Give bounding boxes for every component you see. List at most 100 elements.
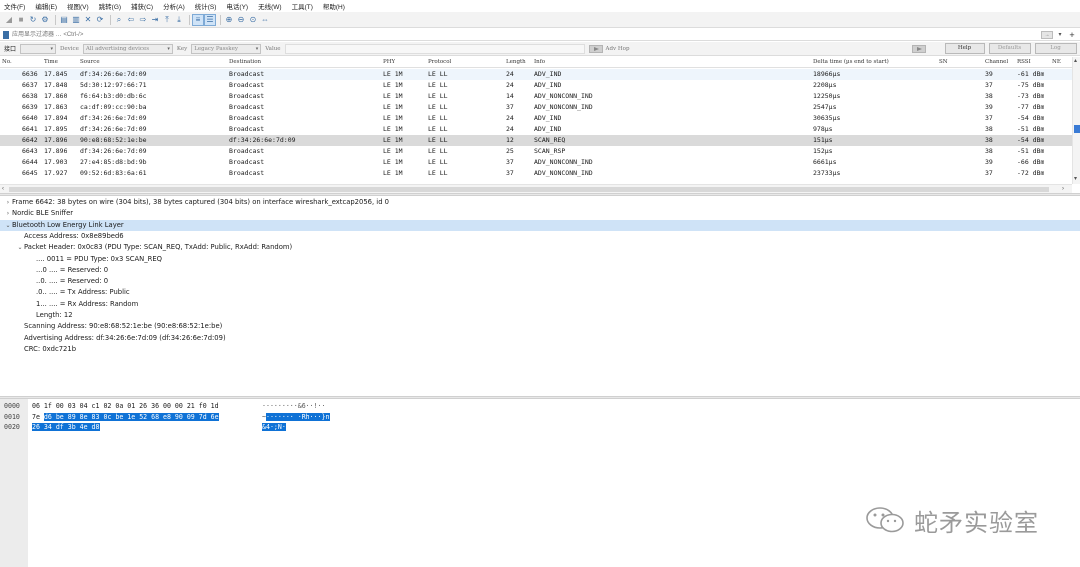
zoom-normal-icon[interactable]: ⊙ <box>248 15 258 25</box>
menu-item[interactable]: 电话(Y) <box>226 1 248 11</box>
packet-row[interactable]: 6639 17.863 ca:df:09:cc:90:ba Broadcast LE 1… <box>0 102 1072 113</box>
filter-apply-arrow-icon[interactable]: → <box>1041 30 1053 39</box>
stop-icon[interactable]: ■ <box>16 15 26 25</box>
packet-row[interactable]: 6642 17.896 90:e8:68:52:1e:be df:34:26:6e:7… <box>0 135 1072 146</box>
go-first-icon[interactable]: ⤒ <box>162 15 172 25</box>
reload-icon[interactable]: ⟳ <box>95 15 105 25</box>
go-last-icon[interactable]: ⤓ <box>174 15 184 25</box>
column-header[interactable]: Source <box>80 57 100 68</box>
scroll-up-icon[interactable]: ▴ <box>1074 57 1077 65</box>
go-back-icon[interactable]: ⇦ <box>126 15 136 25</box>
packet-row[interactable]: 6638 17.860 f6:64:b3:d0:db:6c Broadcast LE 1… <box>0 91 1072 102</box>
column-header[interactable]: No. <box>2 57 12 68</box>
detail-tree-item[interactable]: Advertising Address: df:34:26:6e:7d:09 (… <box>0 333 1080 344</box>
shark-fin-start-icon[interactable]: ◢ <box>4 15 14 25</box>
send-adv-hop-arrow-icon[interactable] <box>911 44 926 53</box>
detail-tree-item[interactable]: › Nordic BLE Sniffer <box>0 208 1080 219</box>
log-button[interactable]: Log <box>1034 43 1077 54</box>
zoom-out-icon[interactable]: ⊖ <box>236 15 246 25</box>
menu-item[interactable]: 编辑(E) <box>35 1 57 11</box>
column-header[interactable]: NE <box>1052 57 1061 68</box>
resize-columns-icon[interactable]: ⇔ <box>260 15 270 25</box>
column-header[interactable]: PHY <box>383 57 395 68</box>
bytes-ascii[interactable]: ~······· ·Rh···}n <box>262 412 330 422</box>
column-header[interactable]: Length <box>506 57 526 68</box>
chevron-right-icon[interactable]: › <box>4 208 12 219</box>
send-value-arrow-icon[interactable] <box>588 44 603 53</box>
go-forward-icon[interactable]: ⇨ <box>138 15 148 25</box>
detail-tree-item[interactable]: Length: 12 <box>0 310 1080 321</box>
detail-tree-item[interactable]: ⌄Packet Header: 0x0c83 (PDU Type: SCAN_R… <box>0 242 1080 253</box>
packet-row[interactable]: 6636 17.845 df:34:26:6e:7d:09 Broadcast LE 1… <box>0 69 1072 80</box>
device-combo[interactable]: All advertising devices ▾ <box>82 43 173 54</box>
menu-item[interactable]: 跳转(G) <box>99 1 121 11</box>
restart-icon[interactable]: ↻ <box>28 15 38 25</box>
save-file-icon[interactable]: ▥ <box>71 15 81 25</box>
help-button[interactable]: Help <box>944 43 985 54</box>
find-icon[interactable]: ⌕ <box>114 15 124 25</box>
packet-row[interactable]: 6645 17.927 09:52:6d:83:6a:61 Broadcast LE 1… <box>0 168 1072 179</box>
open-file-icon[interactable]: ▤ <box>59 15 69 25</box>
detail-tree-item[interactable]: Access Address: 0x8e89bed6 <box>0 231 1080 242</box>
scroll-left-icon[interactable]: ‹ <box>2 185 4 193</box>
menu-item[interactable]: 帮助(H) <box>323 1 345 11</box>
menu-item[interactable]: 工具(T) <box>292 1 313 11</box>
detail-tree-item[interactable]: ..0. .... = Reserved: 0 <box>0 276 1080 287</box>
column-header[interactable]: Delta time (µs end to start) <box>813 57 889 68</box>
packet-row[interactable]: 6641 17.895 df:34:26:6e:7d:09 Broadcast LE 1… <box>0 124 1072 135</box>
chevron-down-icon[interactable]: ⌄ <box>4 220 12 231</box>
column-header[interactable]: Channel <box>985 57 1008 68</box>
menu-item[interactable]: 视图(V) <box>67 1 89 11</box>
key-combo[interactable]: Legacy Passkey ▾ <box>191 43 262 54</box>
detail-tree-item[interactable]: 1... .... = Rx Address: Random <box>0 299 1080 310</box>
detail-tree-item[interactable]: ...0 .... = Reserved: 0 <box>0 265 1080 276</box>
scroll-down-icon[interactable]: ▾ <box>1074 175 1077 183</box>
close-file-icon[interactable]: ✕ <box>83 15 93 25</box>
bytes-hex[interactable]: 06 1f 00 03 04 c1 02 0a 01 26 36 00 00 2… <box>32 401 219 411</box>
scroll-right-icon[interactable]: › <box>1062 185 1064 193</box>
packet-row[interactable]: 6644 17.903 27:e4:85:d8:bd:9b Broadcast LE 1… <box>0 157 1072 168</box>
menu-item[interactable]: 无线(W) <box>258 1 281 11</box>
packet-row[interactable]: 6637 17.848 5d:30:12:97:66:71 Broadcast LE 1… <box>0 80 1072 91</box>
defaults-button[interactable]: Defaults <box>988 43 1031 54</box>
bytes-hex[interactable]: 26 34 df 3b 4e d8 <box>32 422 100 432</box>
filter-dropdown-icon[interactable]: ▾ <box>1056 31 1064 39</box>
bytes-hex[interactable]: 7e d6 be 89 8e 83 0c be 1e 52 68 e8 90 0… <box>32 412 219 422</box>
filter-bookmark-icon[interactable] <box>3 30 9 39</box>
column-header[interactable]: Destination <box>229 57 261 68</box>
colorize-icon[interactable]: ☰ <box>204 13 216 26</box>
packet-row[interactable]: 6643 17.896 df:34:26:6e:7d:09 Broadcast LE 1… <box>0 146 1072 157</box>
go-to-packet-icon[interactable]: ⇥ <box>150 15 160 25</box>
detail-tree-item[interactable]: CRC: 0xdc721b <box>0 344 1080 355</box>
display-filter-input[interactable] <box>12 29 1041 40</box>
column-header[interactable]: SN <box>939 57 948 68</box>
column-header[interactable]: Info <box>534 57 545 68</box>
scrollbar-thumb[interactable] <box>1074 125 1080 133</box>
column-header[interactable]: Protocol <box>428 57 451 68</box>
options-gear-icon[interactable]: ⚙ <box>40 15 50 25</box>
column-header[interactable]: Time <box>44 57 58 68</box>
menu-item[interactable]: 文件(F) <box>4 1 25 11</box>
detail-tree-item[interactable]: ⌄Bluetooth Low Energy Link Layer <box>0 219 1080 231</box>
bytes-ascii[interactable]: &4·;N· <box>262 422 286 432</box>
packet-row[interactable]: 6640 17.894 df:34:26:6e:7d:09 Broadcast LE 1… <box>0 113 1072 124</box>
detail-tree-item[interactable]: .... 0011 = PDU Type: 0x3 SCAN_REQ <box>0 254 1080 265</box>
scrollbar-thumb[interactable] <box>9 187 1049 192</box>
menu-item[interactable]: 捕获(C) <box>131 1 153 11</box>
packet-list-horizontal-scrollbar[interactable]: ‹ › <box>0 184 1072 193</box>
bytes-ascii[interactable]: ·········&6··!·· <box>262 401 326 411</box>
chevron-down-icon[interactable]: ⌄ <box>16 242 24 253</box>
interface-combo[interactable]: ▾ <box>20 43 57 54</box>
autoscroll-icon[interactable]: ≡ <box>192 13 204 26</box>
detail-tree-item[interactable]: › Frame 6642: 38 bytes on wire (304 bits)… <box>0 197 1080 208</box>
zoom-in-icon[interactable]: ⊕ <box>224 15 234 25</box>
column-header[interactable]: RSSI <box>1017 57 1031 68</box>
value-input[interactable] <box>284 43 585 54</box>
packet-list-vertical-scrollbar[interactable]: ▴ ▾ <box>1072 57 1080 184</box>
menu-item[interactable]: 统计(S) <box>195 1 217 11</box>
detail-tree-item[interactable]: Scanning Address: 90:e8:68:52:1e:be (90:… <box>0 321 1080 332</box>
chevron-right-icon[interactable]: › <box>4 197 12 208</box>
menu-item[interactable]: 分析(A) <box>163 1 185 11</box>
detail-tree-item[interactable]: .0.. .... = Tx Address: Public <box>0 287 1080 298</box>
add-filter-button-icon[interactable]: + <box>1068 30 1076 40</box>
